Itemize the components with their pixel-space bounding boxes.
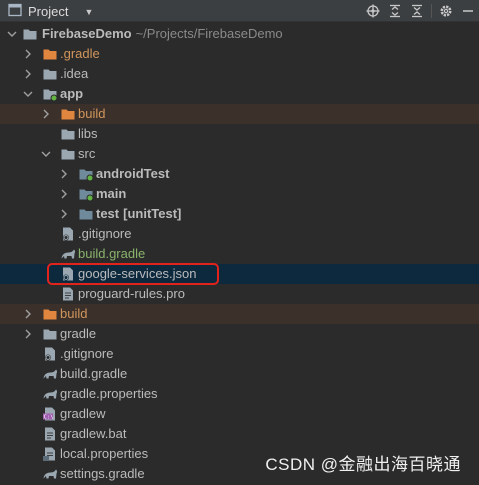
folder-orange-icon [42, 46, 58, 62]
tree-item-label: src [78, 146, 96, 161]
tree-item-label: .idea [60, 66, 89, 81]
properties-file-icon [42, 446, 58, 462]
tree-item-app[interactable]: app [0, 84, 479, 104]
tree-item-proguard-rules-pro[interactable]: proguard-rules.pro [0, 284, 479, 304]
gradle-file-icon [42, 466, 58, 482]
chevron-down-icon[interactable] [22, 88, 34, 100]
project-view-title[interactable]: Project [28, 4, 68, 19]
tree-item-label: gradle.properties [60, 386, 158, 401]
source-folder-icon [78, 166, 94, 182]
tree-item-main[interactable]: main [0, 184, 479, 204]
tree-item-libs[interactable]: libs [0, 124, 479, 144]
tree-item-label: gradlew.bat [60, 426, 127, 441]
tree-item-root[interactable]: FirebaseDemo ~/Projects/FirebaseDemo [0, 24, 479, 44]
tree-item-androidtest[interactable]: androidTest [0, 164, 479, 184]
tree-item-label: local.properties [60, 446, 149, 461]
gradle-file-icon [42, 366, 58, 382]
chevron-right-icon[interactable] [58, 208, 70, 220]
folder-icon [42, 66, 58, 82]
chevron-right-icon[interactable] [58, 188, 70, 200]
tree-item-build[interactable]: build [0, 304, 479, 324]
tree-item-label: .gradle [60, 46, 100, 61]
gitignore-file-icon [60, 226, 76, 242]
chevron-right-icon[interactable] [22, 48, 34, 60]
project-tree: FirebaseDemo ~/Projects/FirebaseDemo .grad… [0, 24, 479, 484]
text-file-icon [60, 286, 76, 302]
tree-item-gradle-properties[interactable]: gradle.properties [0, 384, 479, 404]
tree-item-build-gradle[interactable]: build.gradle [0, 244, 479, 264]
watermark: CSDN @金融出海百晓通 [265, 455, 461, 474]
folder-orange-icon [42, 306, 58, 322]
tree-item-label: .gitignore [78, 226, 132, 241]
tree-item-gradlew-bat[interactable]: gradlew.bat [0, 424, 479, 444]
root-path: ~/Projects/FirebaseDemo [135, 26, 283, 41]
chevron-down-icon[interactable]: ▼ [84, 7, 93, 17]
tree-item-gitignore[interactable]: .gitignore [0, 344, 479, 364]
tree-item-gradle[interactable]: .gradle [0, 44, 479, 64]
root-name: FirebaseDemo [42, 26, 132, 41]
chevron-right-icon[interactable] [58, 168, 70, 180]
tree-item-label: app [60, 86, 84, 101]
tree-item-label: proguard-rules.pro [78, 286, 185, 301]
gradle-file-icon [42, 386, 58, 402]
tree-item-idea[interactable]: .idea [0, 64, 479, 84]
folder-orange-icon [60, 106, 76, 122]
tree-item-label: main [96, 186, 127, 201]
tree-item-gradlew[interactable]: C:\ gradlew [0, 404, 479, 424]
tree-item-label: androidTest [96, 166, 170, 181]
chevron-right-icon[interactable] [22, 328, 34, 340]
chevron-right-icon[interactable] [40, 108, 52, 120]
folder-icon [60, 126, 76, 142]
source-folder-icon [78, 186, 94, 202]
tree-item-test-unittest[interactable]: test [unitTest] [0, 204, 479, 224]
tree-item-gradle[interactable]: gradle [0, 324, 479, 344]
gradle-file-icon [60, 246, 76, 262]
folder-icon [42, 326, 58, 342]
tree-item-label: libs [78, 126, 98, 141]
tree-item-src[interactable]: src [0, 144, 479, 164]
gitignore-file-icon [42, 346, 58, 362]
tree-item-label: settings.gradle [60, 466, 145, 481]
project-window-icon[interactable] [8, 3, 22, 20]
module-folder-icon [42, 86, 58, 102]
tree-item-label: .gitignore [60, 346, 114, 361]
tree-item-label: build.gradle [60, 366, 128, 381]
highlight-box [47, 263, 219, 285]
source-folder-icon [78, 206, 94, 222]
tree-item-label: build.gradle [78, 246, 146, 261]
settings-icon[interactable] [435, 1, 457, 21]
folder-icon [22, 26, 38, 42]
svg-text:C:\: C:\ [44, 415, 54, 421]
tree-item-gitignore[interactable]: .gitignore [0, 224, 479, 244]
shell-file-icon: C:\ [42, 406, 58, 422]
chevron-down-icon[interactable] [6, 28, 18, 40]
tree-item-label: gradle [60, 326, 97, 341]
locate-icon[interactable] [362, 1, 384, 21]
chevron-down-icon[interactable] [40, 148, 52, 160]
chevron-right-icon[interactable] [22, 308, 34, 320]
tree-item-label: gradlew [60, 406, 106, 421]
tree-item-build[interactable]: build [0, 104, 479, 124]
tree-item-label: build [78, 106, 106, 121]
tree-item-suffix: [unitTest] [123, 206, 182, 221]
tree-item-label: test [96, 206, 120, 221]
expand-all-icon[interactable] [384, 1, 406, 21]
tree-item-build-gradle[interactable]: build.gradle [0, 364, 479, 384]
folder-icon [60, 146, 76, 162]
chevron-right-icon[interactable] [22, 68, 34, 80]
toolbar-divider [431, 4, 432, 18]
hide-icon[interactable] [457, 1, 479, 21]
collapse-all-icon[interactable] [406, 1, 428, 21]
tree-item-label: build [60, 306, 88, 321]
project-toolbar: Project ▼ [0, 0, 479, 22]
text-file-icon [42, 426, 58, 442]
